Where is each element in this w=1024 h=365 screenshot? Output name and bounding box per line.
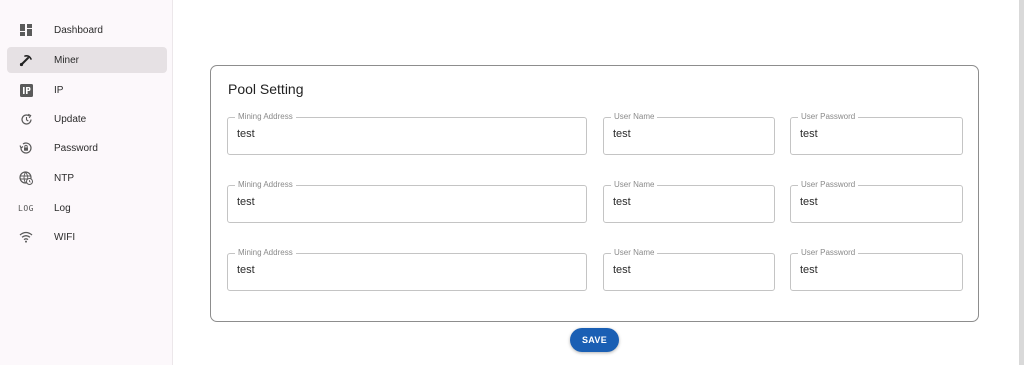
pickaxe-icon <box>7 53 45 67</box>
sidebar-item-log[interactable]: LOG Log <box>7 195 167 221</box>
field-label: Mining Address <box>235 248 296 258</box>
field-label: User Name <box>611 248 658 258</box>
sidebar-item-label: WIFI <box>54 231 76 243</box>
sidebar-item-dashboard[interactable]: Dashboard <box>7 17 167 43</box>
user-name-input-3[interactable] <box>613 264 765 276</box>
user-password-field-1[interactable]: User Password <box>790 112 963 155</box>
scrollbar[interactable] <box>1019 0 1024 365</box>
log-glyph: LOG <box>18 203 34 213</box>
user-name-field-2[interactable]: User Name <box>603 180 775 223</box>
sidebar-item-update[interactable]: Update <box>7 106 167 132</box>
user-name-input-1[interactable] <box>613 128 765 140</box>
sidebar-item-label: Log <box>54 202 71 214</box>
user-password-field-2[interactable]: User Password <box>790 180 963 223</box>
globe-clock-icon <box>7 171 45 185</box>
field-label: User Password <box>798 112 859 122</box>
mining-address-input-3[interactable] <box>237 264 577 276</box>
field-label: User Name <box>611 180 658 190</box>
sidebar-item-label: NTP <box>54 172 74 184</box>
ip-icon <box>7 83 45 97</box>
sidebar-item-label: Dashboard <box>54 24 103 36</box>
sidebar-item-wifi[interactable]: WIFI <box>7 224 167 250</box>
card-title: Pool Setting <box>228 81 304 97</box>
sidebar-item-label: Update <box>54 113 87 125</box>
sidebar-item-label: Password <box>54 142 98 154</box>
lock-reset-icon <box>7 141 45 155</box>
sidebar-item-label: Miner <box>54 54 80 66</box>
field-label: Mining Address <box>235 112 296 122</box>
field-label: User Name <box>611 112 658 122</box>
user-password-input-1[interactable] <box>800 128 953 140</box>
sidebar-item-label: IP <box>54 84 64 96</box>
user-name-field-1[interactable]: User Name <box>603 112 775 155</box>
user-password-field-3[interactable]: User Password <box>790 248 963 291</box>
sidebar-item-ntp[interactable]: NTP <box>7 165 167 191</box>
mining-address-field-3[interactable]: Mining Address <box>227 248 587 291</box>
update-icon <box>7 113 45 126</box>
user-password-input-2[interactable] <box>800 196 953 208</box>
mining-address-field-2[interactable]: Mining Address <box>227 180 587 223</box>
sidebar-item-password[interactable]: Password <box>7 135 167 161</box>
sidebar-item-miner[interactable]: Miner <box>7 47 167 73</box>
wifi-icon <box>7 231 45 243</box>
user-name-field-3[interactable]: User Name <box>603 248 775 291</box>
field-label: User Password <box>798 180 859 190</box>
save-button[interactable]: SAVE <box>570 328 619 352</box>
mining-address-field-1[interactable]: Mining Address <box>227 112 587 155</box>
dashboard-icon <box>7 24 45 36</box>
mining-address-input-2[interactable] <box>237 196 577 208</box>
user-name-input-2[interactable] <box>613 196 765 208</box>
log-icon: LOG <box>7 204 45 213</box>
user-password-input-3[interactable] <box>800 264 953 276</box>
field-label: Mining Address <box>235 180 296 190</box>
sidebar: Dashboard Miner IP Update Password NTP L… <box>0 0 173 365</box>
mining-address-input-1[interactable] <box>237 128 577 140</box>
field-label: User Password <box>798 248 859 258</box>
sidebar-item-ip[interactable]: IP <box>7 77 167 103</box>
pool-setting-card: Pool Setting Mining Address User Name Us… <box>210 65 979 322</box>
